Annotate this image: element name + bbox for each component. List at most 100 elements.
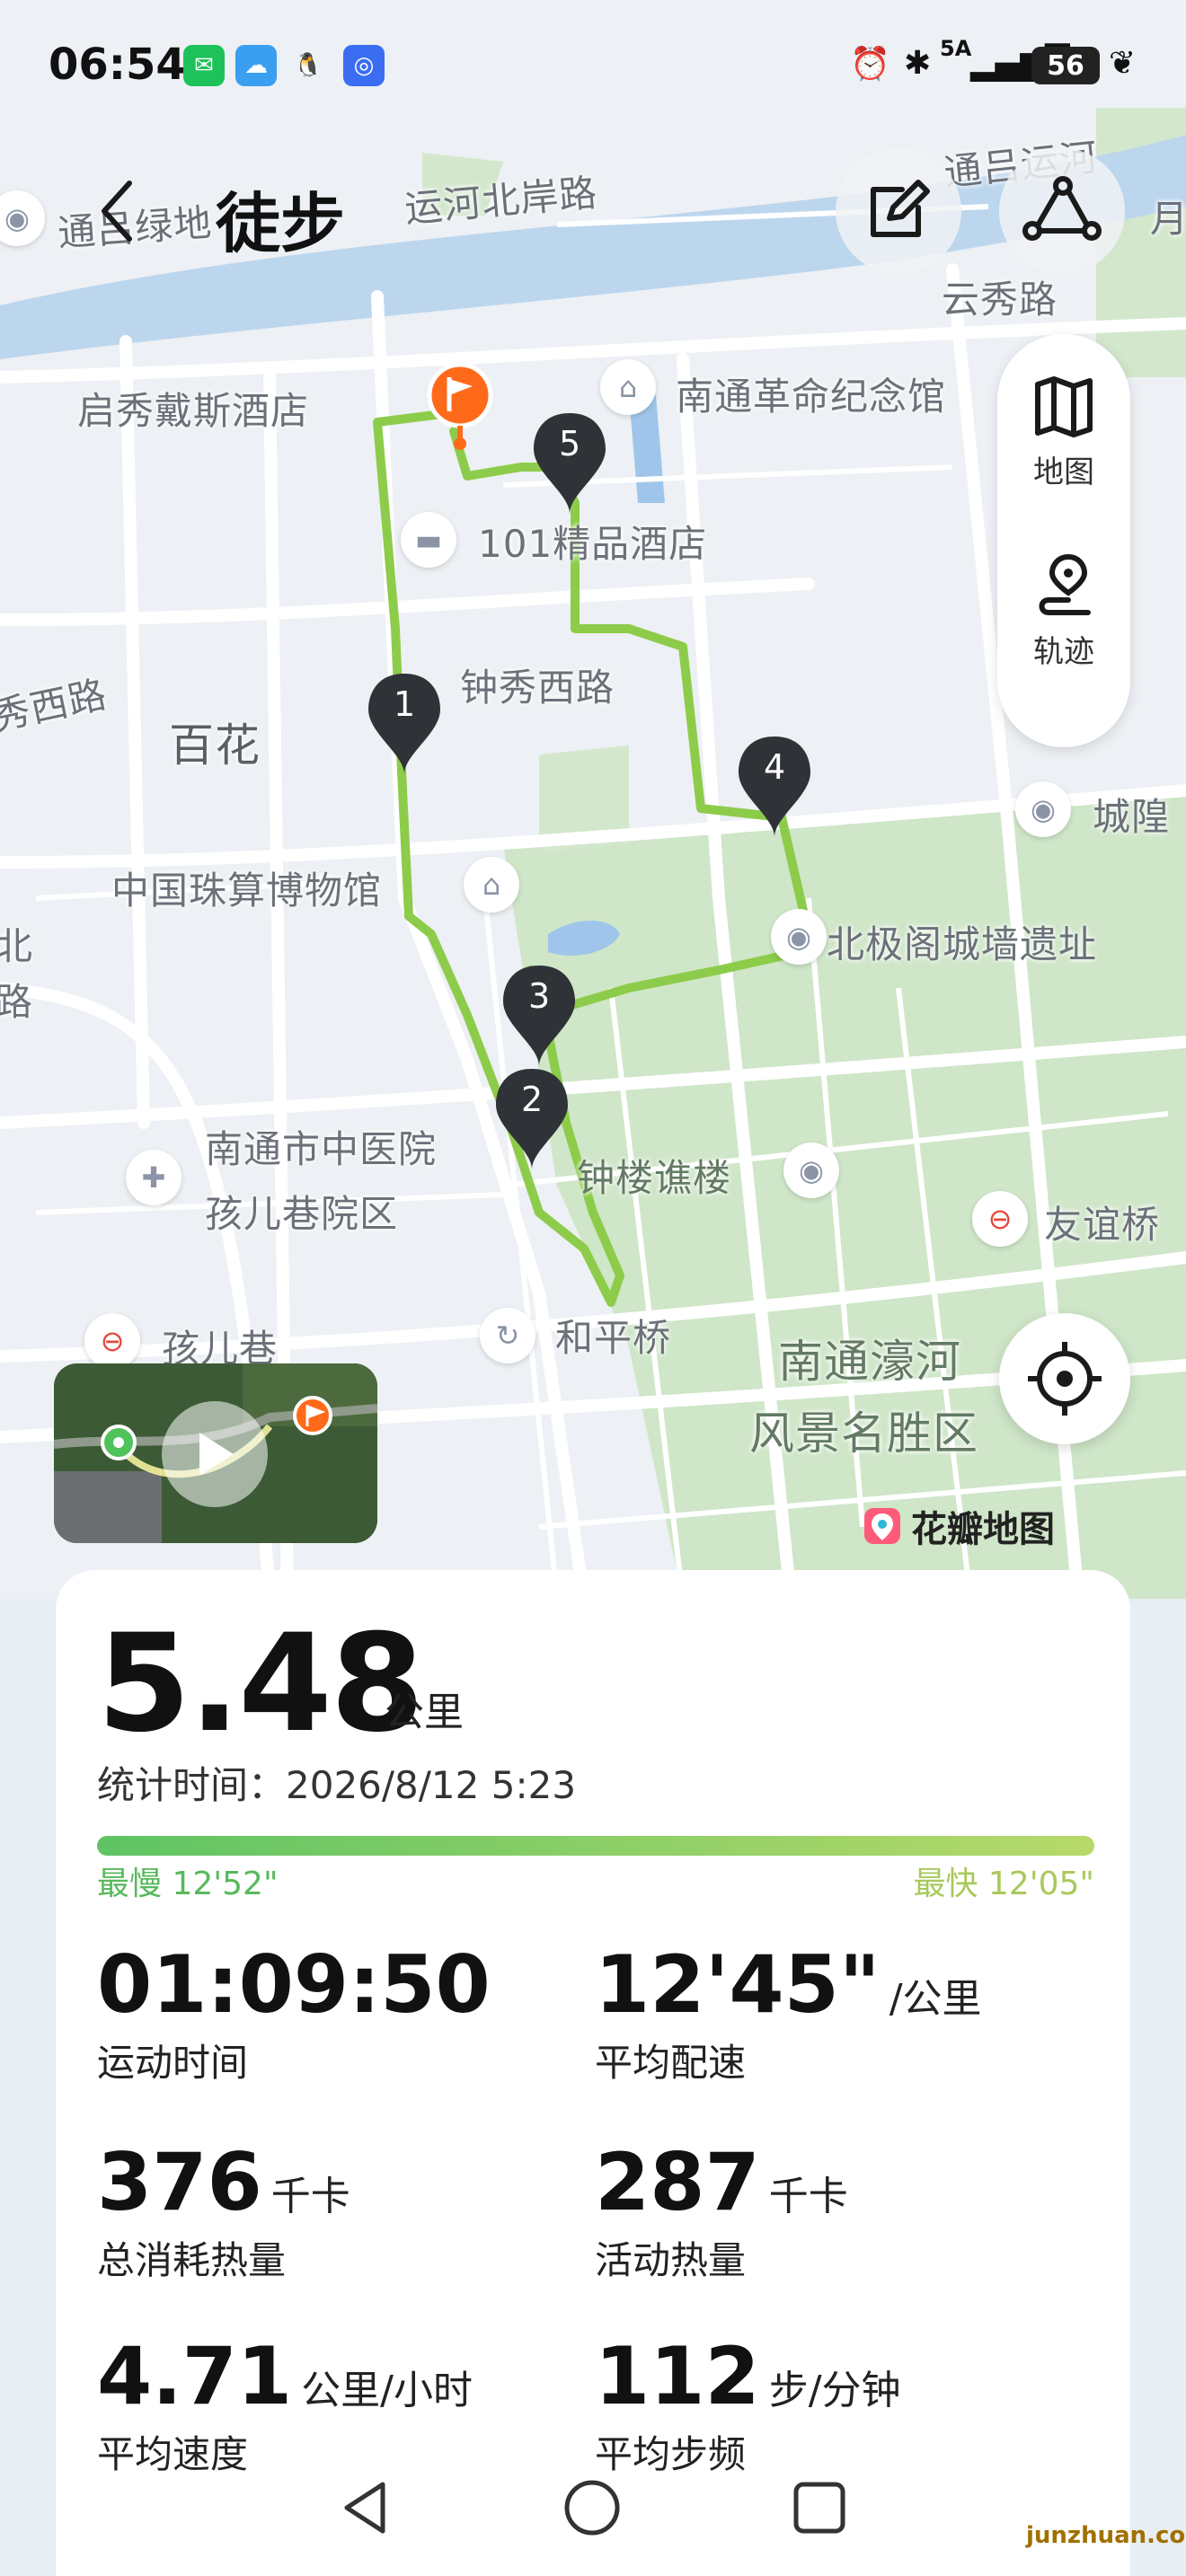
map-mode-button[interactable]: 地图 bbox=[997, 374, 1130, 491]
track-replay-thumbnail[interactable] bbox=[54, 1363, 377, 1543]
nav-back-icon[interactable] bbox=[338, 2479, 392, 2536]
stat-time-value: 2026/8/12 5:23 bbox=[286, 1763, 577, 1807]
map-label: 和平桥 bbox=[555, 1316, 672, 1360]
nav-home-icon[interactable] bbox=[561, 2479, 624, 2542]
map-label: 南通濠河 bbox=[778, 1336, 961, 1388]
metric-value: 376 bbox=[97, 2136, 262, 2228]
locate-button[interactable] bbox=[999, 1313, 1130, 1444]
chevron-left-icon bbox=[102, 181, 132, 242]
track-mode-button[interactable]: 轨迹 bbox=[997, 553, 1130, 671]
edit-button[interactable] bbox=[836, 148, 961, 274]
metric-unit: 千卡 bbox=[768, 2174, 848, 2219]
petal-maps-icon bbox=[864, 1508, 900, 1544]
metric-duration: 01:09:50 运动时间 bbox=[97, 1938, 500, 2087]
map-label: 钟楼谯楼 bbox=[577, 1156, 732, 1200]
metric-label: 活动热量 bbox=[595, 2238, 747, 2282]
marker-4-label: 4 bbox=[764, 747, 787, 787]
leaf-icon: ❦ bbox=[1109, 45, 1137, 82]
battery-level: 56 bbox=[1047, 49, 1084, 82]
wechat-icon: ✉ bbox=[183, 45, 225, 86]
map-label: 南通革命纪念馆 bbox=[676, 375, 947, 419]
metric-unit: 千卡 bbox=[270, 2174, 350, 2219]
header-bar: 徒步 bbox=[0, 144, 1186, 278]
pace-fastest: 最快 12'05" bbox=[913, 1866, 1094, 1902]
map-label: 中国珠算博物馆 bbox=[111, 869, 383, 913]
metric-label: 平均配速 bbox=[595, 2041, 747, 2085]
map-provider-brand: 花瓣地图 bbox=[863, 1500, 1055, 1552]
metro-icon: ⊖ bbox=[84, 1313, 140, 1369]
metric-unit: /公里 bbox=[889, 1976, 982, 2022]
metro-icon: ⊖ bbox=[972, 1191, 1028, 1247]
battery-icon: 56 bbox=[1031, 47, 1100, 84]
metric-total-calories: 376 千卡 总消耗热量 bbox=[97, 2136, 350, 2285]
map-label: 城隍 bbox=[1093, 795, 1171, 839]
map-label: 友谊桥 bbox=[1044, 1203, 1161, 1247]
hospital-icon: ✚ bbox=[126, 1150, 181, 1205]
metric-avg-speed: 4.71 公里/小时 平均速度 bbox=[97, 2330, 473, 2479]
map-label: 北 bbox=[0, 924, 34, 968]
share-route-button[interactable] bbox=[999, 148, 1125, 274]
distance-value: 5.48 bbox=[97, 1606, 424, 1762]
metric-avg-pace: 12'45"/公里 平均配速 bbox=[595, 1938, 982, 2087]
map-label: 孩儿巷院区 bbox=[205, 1192, 399, 1236]
page-title: 徒步 bbox=[216, 186, 346, 261]
map-side-menu: 地图 轨迹 bbox=[997, 334, 1130, 747]
system-nav-bar bbox=[0, 2479, 1186, 2558]
workout-summary-card: 5.48 公里 统计时间：2026/8/12 5:23 最慢 12'52" 最快… bbox=[56, 1570, 1130, 2576]
weather-icon: ☁ bbox=[235, 45, 277, 86]
play-icon bbox=[199, 1433, 234, 1476]
metric-value: 287 bbox=[595, 2136, 760, 2228]
bridge-icon: ↻ bbox=[480, 1308, 535, 1363]
metric-label: 运动时间 bbox=[97, 2041, 249, 2085]
camera-icon: ◉ bbox=[783, 1142, 839, 1198]
chat-app-icon: ◎ bbox=[343, 45, 385, 86]
crosshair-icon bbox=[1028, 1342, 1102, 1416]
metric-value: 112 bbox=[595, 2330, 760, 2422]
stat-time: 统计时间：2026/8/12 5:23 bbox=[97, 1755, 576, 1810]
map-mode-label: 地图 bbox=[1033, 454, 1094, 490]
network-type: 5A bbox=[940, 36, 972, 61]
map-label: 101精品酒店 bbox=[478, 522, 708, 566]
metric-value: 01:09:50 bbox=[97, 1938, 491, 2031]
museum-icon: ⌂ bbox=[600, 359, 656, 415]
map-icon bbox=[1035, 376, 1093, 437]
bluetooth-icon: ✱ bbox=[904, 45, 932, 82]
map-label: 路 bbox=[0, 980, 34, 1024]
marker-2-label: 2 bbox=[521, 1080, 544, 1119]
hotel-icon: ▬ bbox=[401, 512, 456, 568]
metric-avg-cadence: 112 步/分钟 平均步频 bbox=[595, 2330, 901, 2479]
status-time: 06:54 bbox=[49, 40, 186, 90]
track-icon bbox=[1039, 553, 1091, 615]
brand-name: 花瓣地图 bbox=[911, 1509, 1055, 1550]
qq-icon: 🐧 bbox=[293, 52, 323, 79]
metric-label: 平均速度 bbox=[97, 2432, 249, 2476]
stat-time-label: 统计时间： bbox=[97, 1763, 287, 1807]
map-label: 南通市中医院 bbox=[205, 1127, 438, 1171]
museum-icon: ⌂ bbox=[464, 857, 519, 913]
play-button[interactable] bbox=[162, 1401, 268, 1507]
metric-active-calories: 287 千卡 活动热量 bbox=[595, 2136, 848, 2285]
metric-label: 总消耗热量 bbox=[97, 2238, 287, 2282]
map-label: 启秀戴斯酒店 bbox=[77, 389, 310, 433]
marker-5-label: 5 bbox=[559, 424, 582, 463]
track-mode-label: 轨迹 bbox=[1033, 634, 1094, 670]
metric-unit: 步/分钟 bbox=[768, 2368, 901, 2413]
metric-value: 4.71 bbox=[97, 2330, 293, 2422]
camera-icon: ◉ bbox=[771, 909, 827, 965]
distance-unit: 公里 bbox=[385, 1689, 464, 1735]
share-route-icon bbox=[1022, 176, 1102, 241]
metric-unit: 公里/小时 bbox=[301, 2368, 473, 2413]
pace-slowest: 最慢 12'52" bbox=[97, 1866, 279, 1902]
alarm-icon: ⏰ bbox=[850, 46, 890, 83]
camera-icon: ◉ bbox=[1015, 781, 1071, 837]
marker-1-label: 1 bbox=[394, 684, 417, 724]
watermark: junzhuan.com bbox=[1026, 2522, 1186, 2549]
map-label: 百花 bbox=[169, 719, 261, 772]
back-button[interactable] bbox=[63, 144, 171, 278]
metric-label: 平均步频 bbox=[595, 2432, 747, 2476]
pace-gradient-bar bbox=[97, 1836, 1094, 1856]
nav-recents-icon[interactable] bbox=[791, 2481, 848, 2538]
marker-3-label: 3 bbox=[528, 976, 552, 1016]
edit-icon bbox=[871, 180, 930, 237]
metric-value: 12'45" bbox=[595, 1938, 881, 2031]
